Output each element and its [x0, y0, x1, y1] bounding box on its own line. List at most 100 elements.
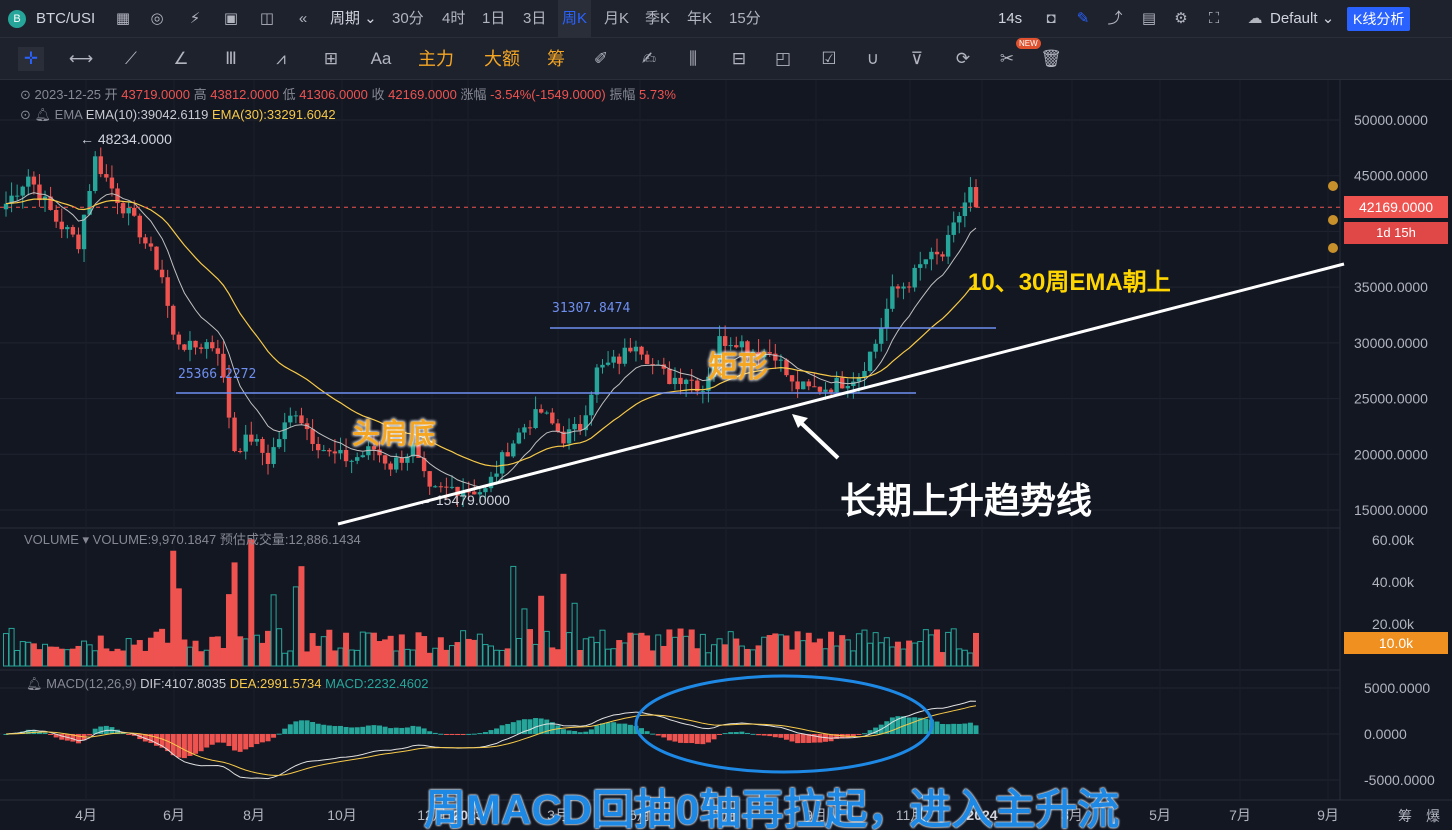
- candle-body: [159, 269, 165, 278]
- symbol-name[interactable]: BTC/USI: [36, 0, 95, 38]
- volume-bar: [404, 648, 411, 667]
- volume-bar: [593, 642, 600, 667]
- macd-histogram-bar: [923, 718, 929, 734]
- candle-body: [522, 427, 527, 433]
- horizontal-line-icon[interactable]: ⟷: [68, 47, 94, 71]
- candle-body: [382, 455, 388, 464]
- candle-body: [76, 234, 81, 250]
- rewind-icon[interactable]: «: [292, 8, 314, 30]
- volume-bar: [454, 642, 461, 667]
- link-icon[interactable]: ⤴: [1104, 8, 1126, 30]
- chart-type-icon[interactable]: ▦: [112, 8, 134, 30]
- gauge-icon[interactable]: ◎: [146, 8, 168, 30]
- brush-icon[interactable]: ✍: [636, 47, 662, 71]
- lock-icon[interactable]: ⊟: [726, 47, 752, 71]
- chips-corner-button[interactable]: 筹: [1398, 806, 1412, 826]
- trash-icon[interactable]: 🗑: [1038, 47, 1064, 71]
- copy-icon[interactable]: ▤: [1138, 8, 1160, 30]
- candle-body: [293, 415, 299, 417]
- volume-bar: [967, 652, 974, 667]
- macd-histogram-bar: [912, 717, 918, 734]
- interval-monthly[interactable]: 月K: [604, 0, 629, 38]
- sync-icon[interactable]: ⟳: [950, 47, 976, 71]
- camera-icon[interactable]: ◘: [1040, 8, 1062, 30]
- volume-bar: [839, 635, 846, 667]
- candle-body: [845, 385, 850, 389]
- main-force-tool[interactable]: 主力: [416, 47, 456, 71]
- macd-histogram-bar: [510, 722, 516, 734]
- text-tool[interactable]: Aa: [366, 47, 396, 71]
- interval-weekly[interactable]: 周K: [558, 0, 592, 38]
- macd-histogram-bar: [605, 722, 611, 734]
- interval-quarterly[interactable]: 季K: [645, 0, 670, 38]
- volume-bar: [945, 631, 952, 667]
- interval-15m[interactable]: 15分: [729, 0, 761, 38]
- volume-bar: [214, 636, 221, 667]
- fibonacci-icon[interactable]: Ⅲ: [218, 47, 244, 71]
- macd-alert-icon[interactable]: 🔔︎: [26, 676, 43, 691]
- price-alert-icon: [1328, 181, 1338, 191]
- volume-bar: [415, 632, 422, 667]
- filter-icon[interactable]: ⊽: [904, 47, 930, 71]
- settings-icon[interactable]: ⚙: [1170, 8, 1192, 30]
- pen-icon[interactable]: ✎: [1072, 8, 1094, 30]
- volume-bar: [432, 647, 439, 667]
- candle-body: [912, 267, 917, 288]
- candle-body: [862, 370, 867, 378]
- note-icon[interactable]: ◰: [770, 47, 796, 71]
- macd-histogram-bar: [427, 731, 433, 734]
- volume-bar: [582, 638, 589, 667]
- trend-line-icon[interactable]: ⟋: [118, 47, 144, 71]
- fullscreen-icon[interactable]: ⛶: [1203, 8, 1225, 30]
- cloud-icon[interactable]: ☁: [1244, 8, 1266, 30]
- big-amount-tool[interactable]: 大额: [480, 47, 524, 71]
- candle-body: [394, 457, 399, 470]
- interval-3d[interactable]: 3日: [523, 0, 546, 38]
- candle-body: [92, 156, 98, 191]
- volume-bar: [761, 636, 768, 667]
- ruler-icon[interactable]: ✐: [588, 47, 614, 71]
- chart-canvas[interactable]: 50000.000045000.000040000.000035000.0000…: [0, 80, 1452, 830]
- interval-yearly[interactable]: 年K: [687, 0, 712, 38]
- time-axis-label: 5月: [1149, 807, 1171, 823]
- burst-corner-button[interactable]: 爆: [1426, 806, 1440, 826]
- volume-bar: [276, 628, 283, 667]
- macd-histogram-bar: [616, 723, 622, 734]
- volume-dropdown-icon[interactable]: ▾: [83, 532, 93, 547]
- candle-body: [867, 351, 873, 371]
- angle-icon[interactable]: ∠: [168, 47, 194, 71]
- period-dropdown[interactable]: 周期 ⌄: [330, 0, 377, 38]
- time-axis-label: 10月: [327, 807, 357, 823]
- theme-dropdown[interactable]: Default ⌄: [1270, 0, 1334, 38]
- candle-icon[interactable]: ⫼: [680, 47, 706, 71]
- candle-body: [310, 429, 315, 444]
- candle-body: [577, 423, 583, 431]
- macd-histogram-bar: [644, 731, 650, 734]
- crosshair-icon[interactable]: ✛: [18, 47, 44, 71]
- measure-icon[interactable]: ⊞: [318, 47, 344, 71]
- volume-axis-label: 60.00k: [1372, 532, 1415, 548]
- interval-30m[interactable]: 30分: [392, 0, 424, 38]
- layout-icon[interactable]: ◫: [256, 8, 278, 30]
- refresh-timer[interactable]: 14s: [998, 0, 1022, 38]
- lightning-icon[interactable]: ⚡: [184, 8, 206, 30]
- visibility-icon[interactable]: ⊙: [20, 107, 31, 122]
- candle-body: [817, 386, 823, 392]
- calendar-icon[interactable]: ▣: [220, 8, 242, 30]
- chips-tool[interactable]: 筹: [544, 47, 568, 71]
- interval-1d[interactable]: 1日: [482, 0, 505, 38]
- macd-histogram-bar: [377, 725, 383, 734]
- edit-icon[interactable]: ☑: [816, 47, 842, 71]
- magnet-icon[interactable]: ∪: [860, 47, 886, 71]
- macd-histogram-bar: [198, 734, 204, 752]
- candle-body: [37, 184, 42, 201]
- alert-icon[interactable]: 🔔︎: [35, 107, 52, 122]
- macd-histogram-bar: [371, 725, 377, 734]
- ohlc-legend: ⊙ 2023-12-25 开 43719.0000 高 43812.0000 低…: [20, 84, 676, 103]
- pattern-icon[interactable]: ⩘: [268, 47, 294, 71]
- scissors-icon[interactable]: ✂: [994, 47, 1020, 71]
- interval-4h[interactable]: 4时: [442, 0, 465, 38]
- volume-bar: [688, 629, 695, 667]
- kline-analysis-button[interactable]: K线分析: [1347, 7, 1411, 31]
- collapse-icon[interactable]: ⊙: [20, 87, 31, 102]
